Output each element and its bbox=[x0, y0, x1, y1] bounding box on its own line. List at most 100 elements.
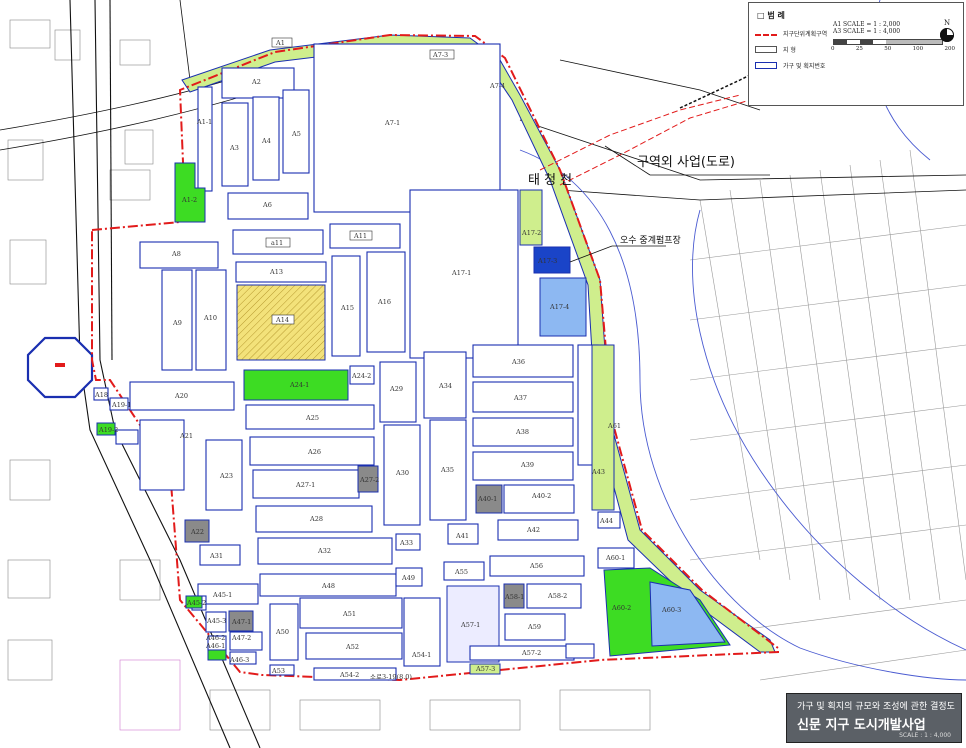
scale-a3: A3 SCALE = 1 : 4,000 bbox=[833, 28, 901, 35]
block-label-A60-2: A60-2 bbox=[611, 604, 631, 612]
svg-text:A31: A31 bbox=[209, 552, 223, 560]
svg-text:A17-3: A17-3 bbox=[537, 257, 557, 265]
north-label: N bbox=[943, 19, 951, 27]
block-label-A22: A22 bbox=[190, 528, 204, 536]
block-label-A9: A9 bbox=[172, 319, 182, 327]
svg-text:A33: A33 bbox=[399, 539, 413, 547]
field-grid-lines bbox=[689, 149, 966, 681]
block-label-A45-1: A45-1 bbox=[212, 591, 232, 599]
svg-text:A20: A20 bbox=[174, 392, 188, 400]
block-label-A7-3: A7-3 bbox=[429, 49, 455, 60]
svg-text:A40-2: A40-2 bbox=[531, 492, 551, 500]
svg-text:A47-2: A47-2 bbox=[231, 634, 251, 642]
block-label-A16: A16 bbox=[377, 298, 391, 306]
title-block-subtitle: 가구 및 획지의 규모와 조성에 관한 결정도 bbox=[797, 702, 955, 712]
block-label-A20: A20 bbox=[174, 392, 188, 400]
block-label-A32: A32 bbox=[317, 547, 331, 555]
north-arrow: N bbox=[939, 19, 955, 45]
block-label-A43: A43 bbox=[591, 468, 605, 476]
svg-text:A37: A37 bbox=[513, 394, 527, 402]
block-label-A17-3: A17-3 bbox=[537, 257, 557, 265]
urban-plan-map: A1 A1-1 A1-2 A2 A3 A4 A5 A6 A7-1 A7-3 A7… bbox=[0, 0, 966, 748]
block-label-A31: A31 bbox=[209, 552, 223, 560]
block-label-A26: A26 bbox=[307, 448, 321, 456]
svg-text:A32: A32 bbox=[317, 547, 331, 555]
svg-text:A58-2: A58-2 bbox=[547, 592, 567, 600]
svg-text:A45-2: A45-2 bbox=[186, 599, 206, 607]
block-label-A46-2: A46-2 bbox=[205, 634, 225, 642]
svg-text:A34: A34 bbox=[438, 382, 452, 390]
svg-text:A8: A8 bbox=[171, 250, 181, 258]
annotation-road-label: 소로3-19(8.0) bbox=[370, 673, 412, 681]
svg-text:A14: A14 bbox=[275, 316, 289, 324]
block-label-A27-1: A27-1 bbox=[295, 481, 315, 489]
legend: □ 범 례 지구단위계획구역 지 형 가구 및 획지번호 A1 SCALE = … bbox=[748, 2, 964, 106]
title-block-code: SCALE : 1 : 4,000 bbox=[899, 732, 951, 739]
svg-text:A23: A23 bbox=[219, 472, 233, 480]
block-label-A14: A14 bbox=[271, 314, 295, 325]
block-label-A45-2: A45-2 bbox=[186, 599, 206, 607]
svg-text:A57-3: A57-3 bbox=[475, 665, 495, 673]
scale-a1: A1 SCALE = 1 : 2,000 bbox=[833, 21, 901, 28]
block-label-A42: A42 bbox=[526, 526, 540, 534]
svg-text:A60-3: A60-3 bbox=[661, 606, 681, 614]
legend-swatch-boundary bbox=[755, 34, 777, 36]
svg-text:A27-1: A27-1 bbox=[295, 481, 315, 489]
svg-text:A26: A26 bbox=[307, 448, 321, 456]
block-label-A29: A29 bbox=[389, 385, 403, 393]
svg-text:A1: A1 bbox=[275, 39, 285, 47]
block-label-A1: A1 bbox=[271, 37, 293, 48]
svg-text:A60-2: A60-2 bbox=[611, 604, 631, 612]
svg-text:A54-1: A54-1 bbox=[411, 651, 431, 659]
block-label-A46-1: A46-1 bbox=[205, 642, 225, 650]
block-label-A47-1: A47-1 bbox=[231, 618, 251, 626]
block-label-A10: A10 bbox=[203, 314, 217, 322]
svg-text:A56: A56 bbox=[529, 562, 543, 570]
block-label-A53: A53 bbox=[271, 667, 285, 675]
block-label-A61: A61 bbox=[607, 422, 621, 430]
svg-text:A41: A41 bbox=[455, 532, 469, 540]
block-label-A35: A35 bbox=[440, 466, 454, 474]
block-label-A60-1: A60-1 bbox=[605, 554, 625, 562]
svg-text:A17-4: A17-4 bbox=[549, 303, 569, 311]
svg-text:A19-1: A19-1 bbox=[111, 401, 131, 409]
svg-text:A18: A18 bbox=[94, 391, 108, 399]
scale-tick: 25 bbox=[855, 46, 863, 52]
block-label-A54-1: A54-1 bbox=[411, 651, 431, 659]
svg-text:A46-3: A46-3 bbox=[229, 656, 249, 664]
block-label-A44: A44 bbox=[599, 517, 613, 525]
block-label-A23: A23 bbox=[219, 472, 233, 480]
svg-text:A29: A29 bbox=[389, 385, 403, 393]
svg-text:A46-1: A46-1 bbox=[205, 642, 225, 650]
block-label-A21: A21 bbox=[179, 432, 193, 440]
legend-item-terrain: 지 형 bbox=[755, 45, 796, 54]
svg-text:A15: A15 bbox=[340, 304, 354, 312]
svg-text:A39: A39 bbox=[520, 461, 534, 469]
block-label-A1-2: A1-2 bbox=[181, 196, 197, 204]
block-label-A4: A4 bbox=[261, 137, 271, 145]
svg-text:A2: A2 bbox=[251, 78, 261, 86]
svg-text:A50: A50 bbox=[275, 628, 289, 636]
svg-text:A36: A36 bbox=[511, 358, 525, 366]
svg-text:A54-2: A54-2 bbox=[339, 671, 359, 679]
svg-text:a11: a11 bbox=[271, 239, 283, 247]
scale-text: A1 SCALE = 1 : 2,000 A3 SCALE = 1 : 4,00… bbox=[833, 21, 900, 35]
legend-item-boundary: 지구단위계획구역 bbox=[755, 29, 827, 38]
svg-text:A9: A9 bbox=[172, 319, 182, 327]
title-block-title: 신문 지구 도시개발사업 bbox=[797, 718, 926, 733]
block-label-A17-2: A17-2 bbox=[521, 229, 541, 237]
legend-label-boundary: 지구단위계획구역 bbox=[783, 31, 828, 38]
block-label-A57-3: A57-3 bbox=[475, 665, 495, 673]
svg-text:A13: A13 bbox=[269, 268, 283, 276]
svg-text:A6: A6 bbox=[262, 201, 272, 209]
block-label-A57-2: A57-2 bbox=[521, 649, 541, 657]
scale-tick: 0 bbox=[831, 46, 835, 52]
svg-text:A7-3: A7-3 bbox=[432, 51, 448, 59]
roundabout-marker bbox=[55, 363, 65, 367]
legend-label-terrain: 지 형 bbox=[783, 47, 796, 54]
svg-text:A48: A48 bbox=[321, 582, 335, 590]
svg-text:A24-1: A24-1 bbox=[289, 381, 309, 389]
block-label-A5: A5 bbox=[291, 130, 301, 138]
block-label-A50: A50 bbox=[275, 628, 289, 636]
svg-text:A57-2: A57-2 bbox=[521, 649, 541, 657]
